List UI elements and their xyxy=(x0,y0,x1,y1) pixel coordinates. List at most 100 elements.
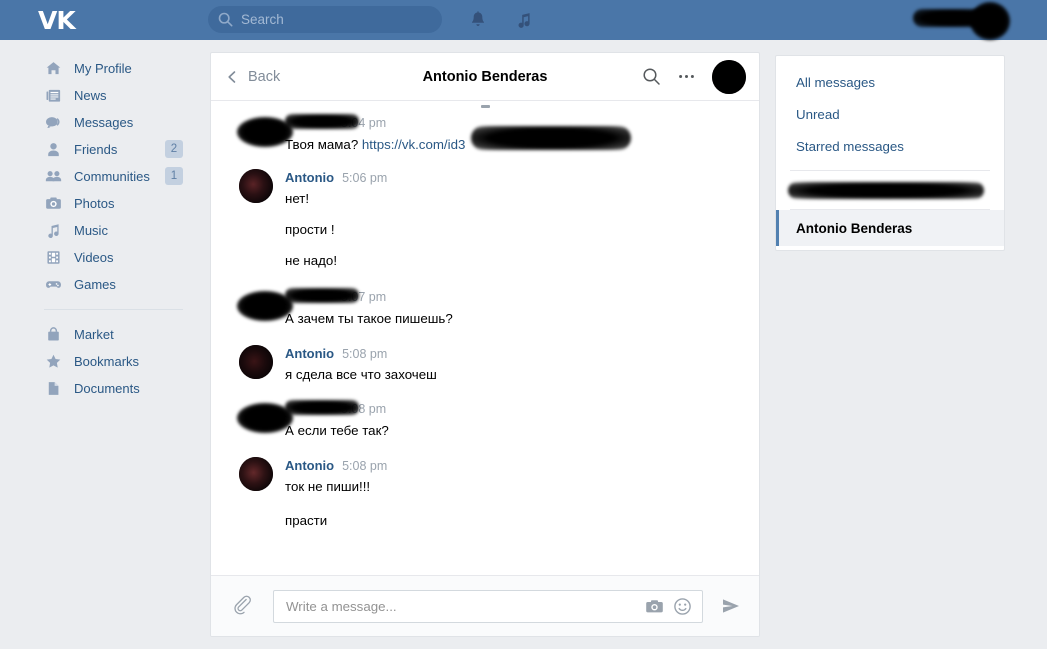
message-group: 5:04 pm Твоя мама? https://vk.com/id3 xyxy=(211,101,759,155)
message-body: Antonio 5:06 pm нет! прости ! не надо! xyxy=(285,169,739,269)
conversation-header: Back Antonio Benderas xyxy=(211,53,759,101)
message-author[interactable]: Antonio xyxy=(285,346,334,361)
chevron-left-icon xyxy=(225,69,239,85)
avatar[interactable] xyxy=(237,115,293,149)
sidebar-item-communities[interactable]: Communities 1 xyxy=(0,163,210,190)
search-icon xyxy=(218,12,233,27)
conversation-list-item-redacted[interactable] xyxy=(776,179,1004,209)
music-note-icon xyxy=(44,222,62,240)
global-search-box[interactable]: Search xyxy=(208,6,442,33)
message-author[interactable]: Antonio xyxy=(285,170,334,185)
sidebar-item-music[interactable]: Music xyxy=(0,217,210,244)
vk-logo[interactable]: VK xyxy=(38,8,94,33)
message-input[interactable] xyxy=(286,598,636,614)
sidebar-divider xyxy=(44,309,183,310)
conversation-panel: Back Antonio Benderas 5:04 pm Твоя мама?… xyxy=(210,52,760,637)
message-body: 5:08 pm А если тебе так? xyxy=(285,400,739,439)
redacted-author-name xyxy=(285,288,359,303)
avatar[interactable] xyxy=(239,169,273,203)
message-text: прасти xyxy=(285,513,328,528)
avatar[interactable] xyxy=(237,401,293,435)
filter-item-starred-messages[interactable]: Starred messages xyxy=(776,130,1004,162)
sidebar-item-games[interactable]: Games xyxy=(0,271,210,298)
message-text: нет! xyxy=(285,191,310,206)
message-meta: 5:08 pm xyxy=(285,400,739,420)
camera-icon xyxy=(44,195,62,213)
music-note-icon[interactable] xyxy=(514,10,534,30)
message-link[interactable]: https://vk.com/id3 xyxy=(362,137,465,152)
conversation-list-item-selected[interactable]: Antonio Benderas xyxy=(776,210,1004,246)
back-label: Back xyxy=(248,68,281,85)
paperclip-icon[interactable] xyxy=(233,595,255,617)
sidebar-item-my-profile[interactable]: My Profile xyxy=(0,55,210,82)
camera-icon[interactable] xyxy=(645,597,664,616)
message-text: Твоя мама? https://vk.com/id3 xyxy=(285,126,739,153)
sidebar-item-news[interactable]: News xyxy=(0,82,210,109)
message-meta: Antonio 5:06 pm xyxy=(285,170,739,188)
news-icon xyxy=(44,87,62,105)
message-body: Antonio 5:08 pm я сдела все что захочеш xyxy=(285,345,739,383)
top-navigation-bar: VK Search xyxy=(0,0,1047,40)
sidebar-label: Messages xyxy=(74,115,134,130)
smiley-icon[interactable] xyxy=(673,597,692,616)
chat-bubble-icon xyxy=(44,114,62,132)
message-group: 5:08 pm А если тебе так? xyxy=(211,385,759,441)
sidebar-label: Photos xyxy=(74,196,115,211)
message-text: я сдела все что захочеш xyxy=(285,367,437,382)
avatar[interactable] xyxy=(239,457,273,491)
send-icon[interactable] xyxy=(719,594,743,618)
sidebar-label: Documents xyxy=(74,381,140,396)
redacted-author-name xyxy=(285,114,359,129)
sidebar-label: Communities xyxy=(74,169,150,184)
search-placeholder: Search xyxy=(241,12,284,27)
messages-filter-panel: All messages Unread Starred messages Ant… xyxy=(775,55,1005,251)
sidebar-item-friends[interactable]: Friends 2 xyxy=(0,136,210,163)
people-icon xyxy=(44,168,62,186)
message-body: 5:04 pm Твоя мама? https://vk.com/id3 xyxy=(285,114,739,153)
redacted-author-name xyxy=(285,400,359,415)
sidebar-label: Bookmarks xyxy=(74,354,140,369)
avatar[interactable] xyxy=(239,345,273,379)
sidebar-item-photos[interactable]: Photos xyxy=(0,190,210,217)
sidebar-label: Videos xyxy=(74,250,114,265)
message-time: 5:08 pm xyxy=(342,347,388,361)
sidebar-item-videos[interactable]: Videos xyxy=(0,244,210,271)
filter-item-unread[interactable]: Unread xyxy=(776,98,1004,130)
sidebar-label: Friends xyxy=(74,142,118,157)
message-text: А если тебе так? xyxy=(285,423,389,438)
message-text: не надо! xyxy=(285,253,338,268)
message-meta: Antonio 5:08 pm xyxy=(285,346,739,364)
bag-icon xyxy=(44,326,62,344)
message-author[interactable]: Antonio xyxy=(285,458,334,473)
back-button[interactable]: Back xyxy=(225,69,280,85)
message-time: 5:08 pm xyxy=(342,459,388,473)
sidebar-label: Games xyxy=(74,277,116,292)
filter-item-all-messages[interactable]: All messages xyxy=(776,66,1004,98)
message-list[interactable]: 5:04 pm Твоя мама? https://vk.com/id3 An… xyxy=(211,101,759,575)
sidebar-item-messages[interactable]: Messages xyxy=(0,109,210,136)
sidebar-item-bookmarks[interactable]: Bookmarks xyxy=(0,348,210,375)
conversation-avatar[interactable] xyxy=(712,59,746,94)
panel-divider xyxy=(790,170,990,171)
sidebar-item-market[interactable]: Market xyxy=(0,321,210,348)
gamepad-icon xyxy=(44,276,62,294)
sidebar-item-documents[interactable]: Documents xyxy=(0,375,210,402)
message-meta: Antonio 5:08 pm xyxy=(285,458,739,476)
redacted-link-tail xyxy=(471,126,631,150)
message-time: 5:06 pm xyxy=(342,171,388,185)
sidebar-label: News xyxy=(74,88,107,103)
more-options-icon[interactable] xyxy=(677,67,696,86)
film-icon xyxy=(44,249,62,267)
left-sidebar-navigation: My Profile News Messages Friends 2 Commu… xyxy=(0,40,210,402)
message-body: Antonio 5:08 pm ток не пиши!!! прасти xyxy=(285,457,739,529)
avatar[interactable] xyxy=(237,289,293,323)
bell-icon[interactable] xyxy=(468,10,488,30)
message-meta: 5:07 pm xyxy=(285,288,739,308)
sidebar-label: Music xyxy=(74,223,108,238)
message-text-part: Твоя мама? xyxy=(285,137,362,152)
message-group: Antonio 5:06 pm нет! прости ! не надо! xyxy=(211,155,759,271)
current-user-menu[interactable] xyxy=(890,0,1047,40)
search-icon[interactable] xyxy=(642,67,661,86)
message-input-wrapper[interactable] xyxy=(273,589,703,623)
sidebar-badge-communities: 1 xyxy=(165,167,183,185)
